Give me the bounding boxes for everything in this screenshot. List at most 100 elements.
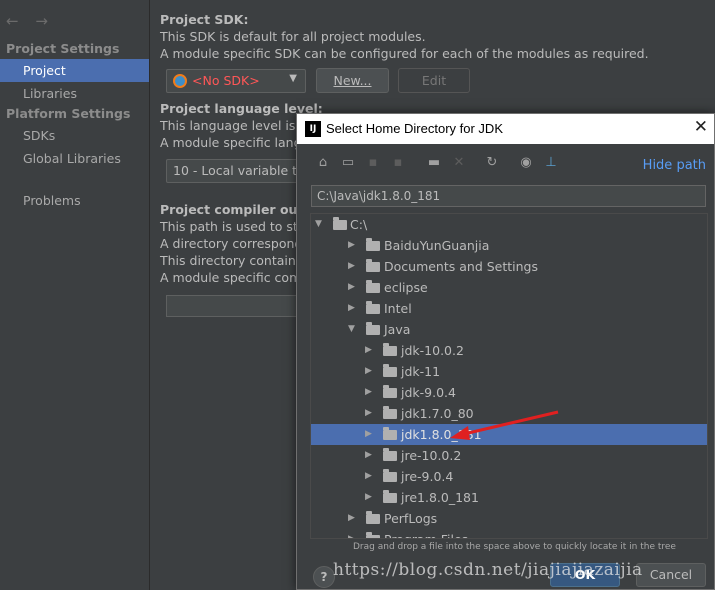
language-level-desc-1: This language level is d	[160, 118, 308, 133]
project-sdk-value: <No SDK>	[192, 73, 260, 88]
tree-row-label: PerfLogs	[384, 511, 438, 526]
expand-closed-icon[interactable]: ▶	[348, 277, 355, 298]
java-sdk-icon	[173, 74, 187, 88]
sidebar-item-problems[interactable]: Problems	[0, 189, 149, 212]
tree-row[interactable]: ▶ jre-9.0.4	[311, 466, 707, 487]
cancel-button[interactable]: Cancel	[636, 563, 706, 587]
new-folder-icon[interactable]: ▬	[425, 154, 443, 172]
expand-closed-icon[interactable]: ▶	[365, 340, 372, 361]
tree-row-label: Java	[384, 322, 411, 337]
tree-row[interactable]: ▶ jre1.8.0_181	[311, 487, 707, 508]
expand-closed-icon[interactable]: ▶	[365, 424, 372, 445]
folder-icon	[383, 490, 397, 503]
help-button[interactable]: ?	[313, 566, 335, 588]
dialog-title: Select Home Directory for JDK	[326, 121, 503, 136]
folder-icon	[366, 301, 380, 314]
tree-row-label: Intel	[384, 301, 412, 316]
home-icon[interactable]: ⌂	[314, 154, 332, 172]
sidebar-item-project[interactable]: Project	[0, 59, 149, 82]
tree-row[interactable]: ▶ eclipse	[311, 277, 707, 298]
language-level-desc-2: A module specific langu	[160, 135, 310, 150]
tree-row[interactable]: ▼ Java	[311, 319, 707, 340]
folder-icon	[366, 259, 380, 272]
back-forward-arrows[interactable]: ← →	[6, 12, 54, 30]
project-sdk-title: Project SDK:	[160, 12, 249, 27]
expand-closed-icon[interactable]: ▶	[365, 382, 372, 403]
expand-open-icon[interactable]: ▼	[348, 319, 355, 340]
expand-closed-icon[interactable]: ▶	[348, 298, 355, 319]
expand-closed-icon[interactable]: ▶	[365, 361, 372, 382]
intellij-app-icon: IJ	[305, 121, 321, 137]
close-icon[interactable]: ✕	[694, 117, 708, 137]
compiler-output-desc-3: This directory contains	[160, 253, 303, 268]
folder-icon	[383, 427, 397, 440]
expand-closed-icon[interactable]: ▶	[365, 403, 372, 424]
tree-row-label: C:\	[350, 217, 368, 232]
project-sdk-desc-2: A module specific SDK can be configured …	[160, 46, 649, 61]
expand-closed-icon[interactable]: ▶	[365, 445, 372, 466]
expand-closed-icon[interactable]: ▶	[348, 508, 355, 529]
project-folder-icon[interactable]: ▪	[364, 154, 382, 172]
folder-icon	[383, 385, 397, 398]
settings-sidebar: ← → Project Settings Project Libraries P…	[0, 0, 150, 590]
folder-icon	[366, 532, 380, 538]
project-settings-header: Project Settings	[6, 41, 120, 56]
folder-icon	[366, 322, 380, 335]
folder-icon	[366, 511, 380, 524]
tree-row[interactable]: ▶ Documents and Settings	[311, 256, 707, 277]
path-input[interactable]: C:\Java\jdk1.8.0_181	[311, 185, 706, 207]
hide-path-link[interactable]: Hide path	[643, 158, 706, 173]
folder-icon	[383, 364, 397, 377]
module-folder-icon[interactable]: ▪	[389, 154, 407, 172]
tree-row-label: jdk-11	[401, 364, 441, 379]
expand-open-icon[interactable]: ▼	[315, 214, 322, 235]
sidebar-item-global-libraries[interactable]: Global Libraries	[0, 147, 149, 170]
sidebar-item-sdks[interactable]: SDKs	[0, 124, 149, 147]
tree-row[interactable]: ▶ jdk-10.0.2	[311, 340, 707, 361]
compiler-output-desc-4: A module specific comp	[160, 270, 310, 285]
compiler-output-desc-1: This path is used to sto	[160, 219, 306, 234]
tree-row[interactable]: ▼ C:\	[311, 214, 707, 235]
tree-row-label: jre1.8.0_181	[401, 490, 479, 505]
new-sdk-button[interactable]: New...	[316, 68, 389, 93]
folder-icon	[383, 343, 397, 356]
new-sdk-label: New...	[333, 73, 372, 88]
tree-row[interactable]: ▶ Intel	[311, 298, 707, 319]
chevron-down-icon: ▼	[289, 73, 297, 84]
folder-icon	[383, 406, 397, 419]
tree-row[interactable]: ▶ jdk-9.0.4	[311, 382, 707, 403]
tree-row-label: BaiduYunGuanjia	[384, 238, 490, 253]
sidebar-item-libraries[interactable]: Libraries	[0, 82, 149, 105]
delete-icon[interactable]: ✕	[450, 154, 468, 172]
dialog-titlebar: IJ Select Home Directory for JDK ✕	[297, 114, 714, 144]
tree-row[interactable]: ▶ jdk-11	[311, 361, 707, 382]
refresh-icon[interactable]: ↻	[483, 154, 501, 172]
edit-sdk-button[interactable]: Edit	[398, 68, 470, 93]
tree-row-label: jre-10.0.2	[401, 448, 462, 463]
drive-icon	[333, 217, 347, 230]
tree-row[interactable]: ▶ jre-10.0.2	[311, 445, 707, 466]
compiler-output-title: Project compiler outp	[160, 202, 313, 217]
folder-icon	[366, 238, 380, 251]
expand-closed-icon[interactable]: ▶	[348, 529, 355, 538]
expand-closed-icon[interactable]: ▶	[348, 256, 355, 277]
compiler-output-field[interactable]	[166, 295, 316, 317]
arrow-shaft	[463, 410, 559, 436]
tree-row[interactable]: ▶ PerfLogs	[311, 508, 707, 529]
chooser-toolbar: ⌂ ▭ ▪ ▪ ▬ ✕ ↻ ◉ ⊥ Hide path	[297, 150, 714, 176]
drag-drop-hint: Drag and drop a file into the space abov…	[353, 542, 676, 552]
directory-tree[interactable]: ▼ C:\ ▶ BaiduYunGuanjia ▶ Documents and Setti…	[310, 213, 708, 539]
desktop-icon[interactable]: ▭	[339, 154, 357, 172]
path-icon[interactable]: ⊥	[542, 154, 560, 172]
red-annotation-arrow	[450, 410, 559, 440]
expand-closed-icon[interactable]: ▶	[365, 487, 372, 508]
tree-row-label: jdk-10.0.2	[401, 343, 464, 358]
expand-closed-icon[interactable]: ▶	[365, 466, 372, 487]
tree-row[interactable]: ▶ Program Files	[311, 529, 707, 538]
project-sdk-select[interactable]: <No SDK> ▼	[166, 69, 306, 93]
expand-closed-icon[interactable]: ▶	[348, 235, 355, 256]
compiler-output-desc-2: A directory correspond	[160, 236, 303, 251]
show-hidden-icon[interactable]: ◉	[517, 154, 535, 172]
language-level-select[interactable]: 10 - Local variable ty	[166, 159, 316, 183]
tree-row[interactable]: ▶ BaiduYunGuanjia	[311, 235, 707, 256]
